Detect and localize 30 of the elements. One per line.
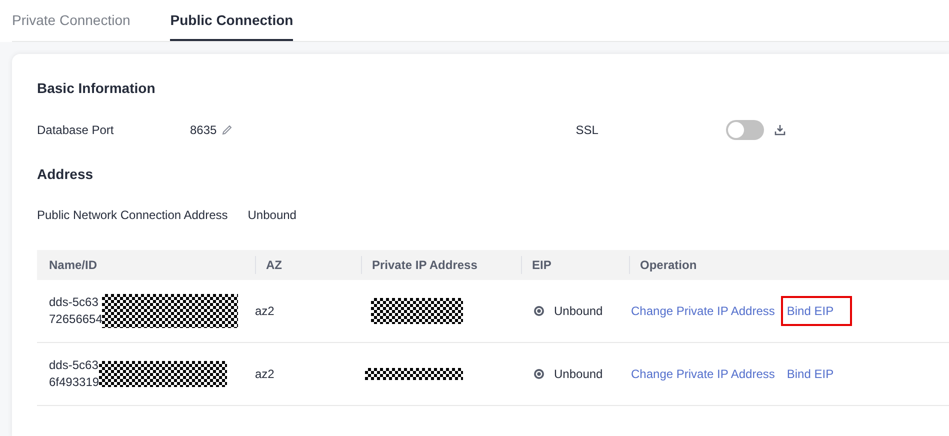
unbound-status-icon <box>533 305 545 317</box>
section-title: Address <box>37 166 94 182</box>
instance-id: 6f493319 <box>49 374 100 391</box>
operation-link[interactable]: Change Private IP Address <box>625 359 781 389</box>
table-cell: az2 <box>255 367 274 381</box>
unbound-status-icon <box>533 368 545 380</box>
edit-icon[interactable] <box>220 124 233 136</box>
download-icon[interactable] <box>774 124 786 136</box>
operation-link[interactable]: Change Private IP Address <box>625 296 781 326</box>
operation-link[interactable]: Bind EIP <box>780 296 852 326</box>
instance-id: dds-5c63 <box>49 294 100 311</box>
instance-id: dds-5c63 <box>49 357 100 374</box>
field-label: Database Port <box>37 123 115 137</box>
section-title: Basic Information <box>37 80 156 96</box>
operation-link[interactable]: Bind EIP <box>780 359 840 389</box>
column-header: AZ <box>266 258 282 272</box>
field-label: SSL <box>576 123 600 137</box>
field-value: Unbound <box>248 208 296 222</box>
column-header: Private IP Address <box>372 258 478 272</box>
column-header: Name/ID <box>49 258 98 272</box>
field-value: 8635 <box>190 123 217 137</box>
field-label: Public Network Connection Address <box>37 208 228 222</box>
tab[interactable]: Private Connection <box>12 0 130 41</box>
instance-id: 72656654 <box>49 311 102 328</box>
eip-status: Unbound <box>554 367 603 381</box>
ssl-switch[interactable] <box>726 120 764 140</box>
table-cell: az2 <box>255 304 274 318</box>
eip-status: Unbound <box>554 304 603 318</box>
column-header: Operation <box>640 258 697 272</box>
column-header: EIP <box>532 258 552 272</box>
